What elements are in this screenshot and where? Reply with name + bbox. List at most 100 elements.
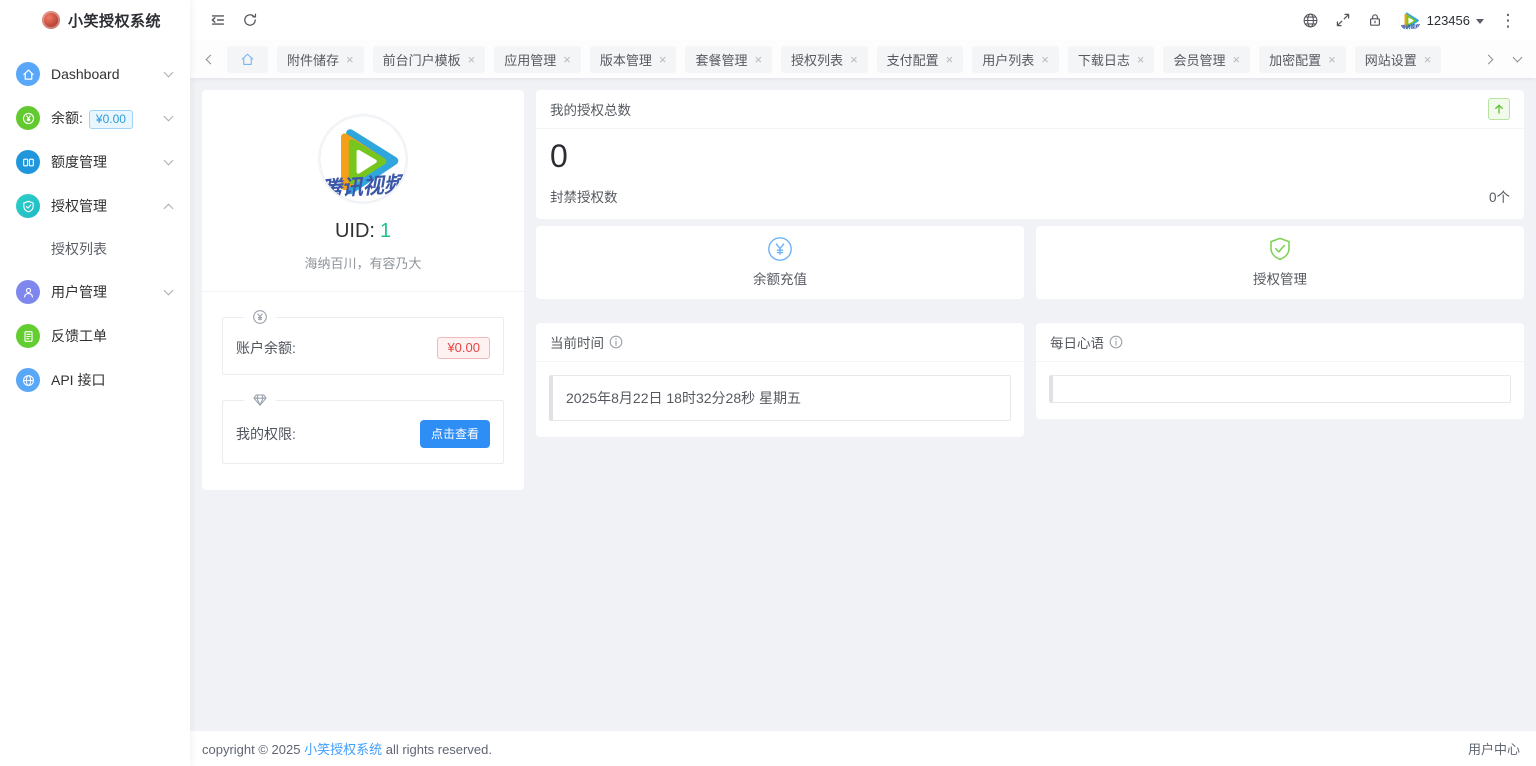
profile-avatar: 腾讯视频 — [319, 115, 407, 203]
tabs-menu-dropdown[interactable] — [1508, 46, 1526, 72]
tabs-scroll-left[interactable] — [200, 46, 218, 72]
right-column: 我的授权总数 0 封禁授权数 0个 — [536, 90, 1524, 437]
permission-label: 我的权限: — [236, 424, 296, 444]
current-time-card: 当前时间 2025年8月22日 18时32分28秒 星期五 — [536, 323, 1024, 437]
close-icon[interactable]: × — [946, 53, 954, 66]
tab-home[interactable] — [227, 46, 268, 73]
chevron-down-icon — [164, 111, 174, 121]
info-cards: 当前时间 2025年8月22日 18时32分28秒 星期五 每日心语 — [536, 323, 1524, 437]
balance-box: 账户余额: ¥0.00 — [222, 317, 504, 375]
view-permission-button[interactable]: 点击查看 — [420, 420, 490, 448]
sidebar-item-label: 反馈工单 — [51, 326, 172, 346]
daily-quote-card: 每日心语 — [1036, 323, 1524, 419]
tab-item[interactable]: 网站设置× — [1355, 46, 1442, 73]
brand-link[interactable]: 小笑授权系统 — [304, 742, 382, 757]
sidebar-item-quota[interactable]: 额度管理 — [0, 140, 190, 184]
language-globe-icon[interactable] — [1295, 5, 1327, 35]
daily-card-title: 每日心语 — [1050, 332, 1104, 352]
tab-item[interactable]: 版本管理× — [590, 46, 677, 73]
profile-detail-boxes: 账户余额: ¥0.00 我的权限: 点击查看 — [202, 292, 524, 464]
globe-icon — [16, 368, 40, 392]
shield-check-icon — [16, 194, 40, 218]
uid-label: UID: — [335, 220, 375, 242]
home-icon — [16, 62, 40, 86]
trend-up-button[interactable] — [1488, 98, 1510, 120]
fullscreen-icon[interactable] — [1327, 5, 1359, 35]
close-icon[interactable]: × — [563, 53, 571, 66]
uid-value: 1 — [380, 220, 391, 242]
recharge-card[interactable]: 余额充值 — [536, 226, 1024, 299]
close-icon[interactable]: × — [1424, 53, 1432, 66]
sidebar-item-dashboard[interactable]: Dashboard — [0, 52, 190, 96]
info-icon — [1109, 335, 1123, 349]
refresh-icon[interactable] — [234, 5, 266, 35]
sidebar-item-balance[interactable]: 余额:¥0.00 — [0, 96, 190, 140]
more-menu-icon[interactable]: ⋮ — [1492, 5, 1524, 35]
sidebar-item-users[interactable]: 用户管理 — [0, 270, 190, 314]
close-icon[interactable]: × — [346, 53, 354, 66]
menu-fold-icon[interactable] — [202, 5, 234, 35]
uid-row: UID:1 — [202, 220, 524, 243]
wallet-icon — [16, 150, 40, 174]
copyright-text: copyright © 2025 小笑授权系统 all rights reser… — [202, 739, 492, 758]
sidebar-item-label: 授权管理 — [51, 196, 165, 216]
home-tab-icon — [240, 52, 255, 67]
tab-item[interactable]: 加密配置× — [1259, 46, 1346, 73]
tabs-scroll-right[interactable] — [1481, 46, 1499, 72]
daily-quote-value — [1049, 375, 1511, 403]
tab-item[interactable]: 附件储存× — [277, 46, 364, 73]
tab-item[interactable]: 会员管理× — [1163, 46, 1250, 73]
auth-stats-card: 我的授权总数 0 封禁授权数 0个 — [536, 90, 1524, 219]
user-icon — [16, 280, 40, 304]
close-icon[interactable]: × — [754, 53, 762, 66]
dashboard-content: 腾讯视频 UID:1 海纳百川，有容乃大 账户余额: ¥0.00 — [190, 78, 1536, 731]
ticket-icon — [16, 324, 40, 348]
user-menu[interactable]: 腾讯视频 123456 — [1399, 9, 1484, 31]
sidebar-menu: Dashboard 余额:¥0.00 额度管理 — [0, 40, 190, 402]
tab-item[interactable]: 授权列表× — [781, 46, 868, 73]
sidebar-item-api[interactable]: API 接口 — [0, 358, 190, 402]
quick-actions: 余额充值 授权管理 — [536, 226, 1524, 299]
sidebar-item-label: 用户管理 — [51, 282, 165, 302]
close-icon[interactable]: × — [1328, 53, 1336, 66]
recharge-label: 余额充值 — [753, 268, 807, 288]
main-column: 腾讯视频 123456 ⋮ 附件储存× 前台门户模板× 应用管理× 版本管理× … — [190, 0, 1536, 766]
close-icon[interactable]: × — [1233, 53, 1241, 66]
close-icon[interactable]: × — [1041, 53, 1049, 66]
sidebar-item-label: 余额:¥0.00 — [51, 108, 165, 128]
chevron-down-icon — [164, 67, 174, 77]
tab-item[interactable]: 支付配置× — [877, 46, 964, 73]
tab-item[interactable]: 用户列表× — [972, 46, 1059, 73]
app-title: 小笑授权系统 — [68, 10, 161, 31]
gem-icon — [244, 392, 276, 412]
chevron-down-icon — [164, 285, 174, 295]
stats-title: 我的授权总数 — [550, 99, 631, 119]
close-icon[interactable]: × — [1137, 53, 1145, 66]
balance-badge: ¥0.00 — [89, 110, 133, 129]
balance-label: 账户余额: — [236, 338, 296, 358]
close-icon[interactable]: × — [850, 53, 858, 66]
tab-item[interactable]: 前台门户模板× — [373, 46, 486, 73]
time-card-title: 当前时间 — [550, 332, 604, 352]
sidebar: 小笑授权系统 Dashboard 余额:¥0.00 — [0, 0, 190, 766]
footer: copyright © 2025 小笑授权系统 all rights reser… — [190, 731, 1536, 766]
user-center-link[interactable]: 用户中心 — [1468, 739, 1520, 758]
app-logo-icon — [42, 11, 60, 29]
sidebar-item-tickets[interactable]: 反馈工单 — [0, 314, 190, 358]
close-icon[interactable]: × — [659, 53, 667, 66]
tab-item[interactable]: 应用管理× — [494, 46, 581, 73]
tab-item[interactable]: 下载日志× — [1068, 46, 1155, 73]
auth-manage-card[interactable]: 授权管理 — [1036, 226, 1524, 299]
current-time-value: 2025年8月22日 18时32分28秒 星期五 — [549, 375, 1011, 421]
info-icon — [609, 335, 623, 349]
close-icon[interactable]: × — [468, 53, 476, 66]
lock-icon[interactable] — [1359, 5, 1391, 35]
avatar: 腾讯视频 — [1399, 9, 1421, 31]
sidebar-item-auth[interactable]: 授权管理 — [0, 184, 190, 228]
yuan-icon — [16, 106, 40, 130]
topbar: 腾讯视频 123456 ⋮ — [190, 0, 1536, 40]
profile-card: 腾讯视频 UID:1 海纳百川，有容乃大 账户余额: ¥0.00 — [202, 90, 524, 490]
tab-item[interactable]: 套餐管理× — [685, 46, 772, 73]
yuan-circle-icon — [767, 236, 793, 262]
sidebar-subitem-auth-list[interactable]: 授权列表 — [0, 228, 190, 270]
